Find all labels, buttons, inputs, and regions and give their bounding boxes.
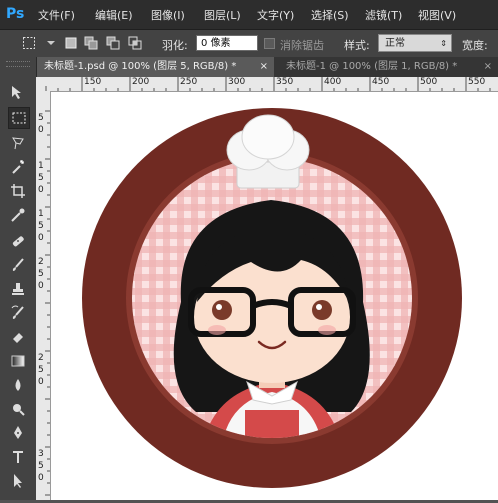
crop-tool-icon[interactable]	[8, 181, 28, 201]
ruler-label: 5	[38, 269, 44, 279]
close-icon[interactable]: ×	[260, 57, 268, 77]
menu-bar: Ps 文件(F) 编辑(E) 图像(I) 图层(L) 文字(Y) 选择(S) 滤…	[0, 0, 498, 30]
ruler-label: 400	[324, 77, 342, 87]
intersect-selection-icon[interactable]	[128, 36, 142, 50]
menu-layer[interactable]: 图层(L)	[204, 7, 241, 23]
ruler-label: 0	[38, 233, 44, 243]
gradient-icon[interactable]	[8, 351, 28, 371]
ruler-label: 0	[38, 281, 44, 291]
pen-tool-icon[interactable]	[8, 423, 28, 443]
new-selection-icon[interactable]	[64, 36, 78, 50]
menu-type[interactable]: 文字(Y)	[257, 7, 294, 23]
subtract-selection-icon[interactable]	[106, 36, 120, 50]
style-label: 样式:	[344, 39, 370, 52]
lasso-tool-icon[interactable]	[8, 133, 28, 153]
ruler-ticks	[45, 110, 50, 496]
style-select[interactable]: 正常 ⇕	[378, 34, 452, 52]
eraser-icon[interactable]	[8, 327, 28, 347]
right-eye	[312, 300, 332, 320]
document-tabs: 未标题-1.psd @ 100% (图层 5, RGB/8) * × 未标题-1…	[36, 57, 498, 77]
ruler-label: 0	[38, 377, 44, 387]
tab-document-psd[interactable]: 未标题-1.psd @ 100% (图层 5, RGB/8) * ×	[36, 57, 274, 77]
ruler-label: 200	[132, 77, 150, 87]
ruler-label: 5	[38, 113, 44, 123]
type-tool-icon[interactable]	[8, 447, 28, 467]
ruler-label: 1	[38, 161, 44, 171]
dodge-tool-icon[interactable]	[8, 399, 28, 419]
antialias-checkbox[interactable]	[264, 38, 275, 49]
path-selection-icon[interactable]	[8, 471, 28, 491]
menu-view[interactable]: 视图(V)	[418, 7, 456, 23]
move-tool-icon[interactable]	[8, 83, 28, 103]
left-eye-highlight	[216, 304, 222, 310]
panel-grip[interactable]	[6, 61, 30, 67]
right-eye-highlight	[316, 304, 322, 310]
menu-select[interactable]: 选择(S)	[311, 7, 349, 23]
ruler-label: 5	[38, 365, 44, 375]
width-label: 宽度:	[462, 39, 488, 52]
horizontal-ruler: 150 200 250 300 350 400 450 500 550	[36, 77, 498, 92]
select-arrows-icon: ⇕	[440, 39, 447, 48]
tab-label: 未标题-1.psd @ 100% (图层 5, RGB/8) *	[44, 61, 237, 72]
ruler-label: 5	[38, 461, 44, 471]
right-cheek	[318, 325, 336, 335]
ruler-label: 0	[38, 185, 44, 195]
tools-panel	[0, 57, 37, 500]
ruler-label: 550	[468, 77, 486, 87]
feather-label: 羽化:	[162, 39, 188, 52]
ruler-label: 250	[180, 77, 198, 87]
menu-filter[interactable]: 滤镜(T)	[365, 7, 402, 23]
healing-brush-icon[interactable]	[8, 231, 28, 251]
menu-image[interactable]: 图像(I)	[151, 7, 185, 23]
ruler-label: 300	[228, 77, 246, 87]
ruler-label: 2	[38, 257, 44, 267]
marquee-tool-icon[interactable]	[8, 107, 30, 129]
left-eye	[212, 300, 232, 320]
tab-document-untitled[interactable]: 未标题-1 @ 100% (图层 1, RGB/8) * ×	[278, 57, 498, 77]
vertical-ruler: 5 0 1 5 0 1 5 0 2 5 0 2 5 0 3 5 0	[36, 91, 51, 500]
chef-girl-artwork	[82, 108, 462, 488]
ruler-label: 1	[38, 209, 44, 219]
dropdown-arrow-icon[interactable]	[44, 36, 58, 50]
photoshop-logo: Ps	[6, 6, 25, 22]
marquee-preset-icon[interactable]	[22, 36, 36, 50]
antialias-label: 消除锯齿	[280, 39, 324, 52]
style-select-value: 正常	[385, 38, 405, 49]
clone-stamp-icon[interactable]	[8, 279, 28, 299]
close-icon[interactable]: ×	[484, 57, 492, 77]
blur-tool-icon[interactable]	[8, 375, 28, 395]
document-canvas[interactable]	[51, 92, 498, 500]
ruler-label: 500	[420, 77, 438, 87]
left-cheek	[208, 325, 226, 335]
ruler-label: 150	[84, 77, 102, 87]
ruler-label: 350	[276, 77, 294, 87]
ruler-label: 0	[38, 473, 44, 483]
ruler-label: 5	[38, 173, 44, 183]
ruler-label: 3	[38, 449, 44, 459]
ruler-label: 0	[38, 125, 44, 135]
menu-edit[interactable]: 编辑(E)	[95, 7, 133, 23]
ruler-label: 450	[372, 77, 390, 87]
eyedropper-icon[interactable]	[8, 205, 28, 225]
ruler-label: 5	[38, 221, 44, 231]
history-brush-icon[interactable]	[8, 303, 28, 323]
brush-tool-icon[interactable]	[8, 255, 28, 275]
menu-file[interactable]: 文件(F)	[38, 7, 75, 23]
add-selection-icon[interactable]	[84, 36, 98, 50]
tab-label: 未标题-1 @ 100% (图层 1, RGB/8) *	[286, 61, 458, 72]
options-bar: 羽化: 0 像素 消除锯齿 样式: 正常 ⇕ 宽度:	[0, 30, 498, 58]
feather-input[interactable]: 0 像素	[196, 35, 258, 51]
ruler-label: 2	[38, 353, 44, 363]
magic-wand-icon[interactable]	[8, 157, 28, 177]
